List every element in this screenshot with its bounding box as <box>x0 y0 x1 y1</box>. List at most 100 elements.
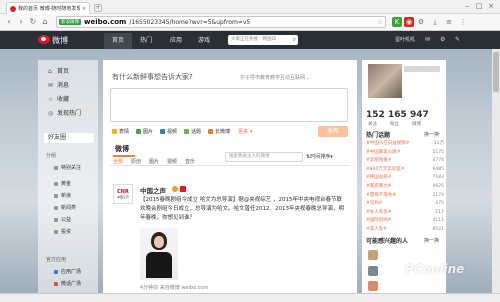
sidebar-item-home[interactable]: ⌂ 首页 <box>48 67 69 77</box>
followers-count[interactable]: 165 <box>388 110 407 120</box>
home-icon[interactable]: ⌂ <box>40 17 50 27</box>
friend-circle-button[interactable]: 好友圈 <box>44 133 94 143</box>
filter-all[interactable]: 全部 <box>113 158 123 165</box>
hot-topic-name[interactable]: #雷锋不落地# <box>366 192 431 200</box>
hot-topic-name[interactable]: #女人有多# <box>366 209 433 217</box>
nav-home[interactable]: 首页 <box>104 33 132 49</box>
weibo-extension-icon[interactable]: ◉ <box>404 17 414 27</box>
hot-topic-row[interactable]: #中国人在日益视频# 11万 <box>366 140 444 148</box>
suggested-user-avatar[interactable] <box>368 250 378 260</box>
group-item[interactable]: 新浪 <box>54 192 71 199</box>
nav-hot[interactable]: 热门 <box>140 36 152 46</box>
following-count[interactable]: 152 <box>366 110 385 120</box>
url-field[interactable]: 新浪微博 weibo.com /1655023345/home?wvr=5&up… <box>56 16 386 28</box>
new-tab-button[interactable]: + <box>94 4 102 12</box>
feed-search-input[interactable]: 搜索我关注人的微博 <box>225 152 303 162</box>
hot-topic-row[interactable]: #800万元实验室# 9485 <box>366 166 444 174</box>
long-weibo-tool[interactable]: 长微博 <box>208 128 230 135</box>
group-item[interactable]: 特别关注 <box>54 164 81 171</box>
download-icon[interactable]: ⤓ <box>430 17 440 27</box>
nav-username[interactable]: 蛋叶叽叽 <box>395 36 415 43</box>
search-icon[interactable]: ⌕ <box>293 35 296 45</box>
sidebar-item-favorites[interactable]: ☆ 收藏 <box>48 95 69 105</box>
hot-topic-name[interactable]: #深圳# <box>366 200 433 208</box>
hot-topic-name[interactable]: #卖萌救援# <box>366 157 431 165</box>
app-item[interactable]: 应用广场 <box>54 268 81 275</box>
tab-close-icon[interactable]: × <box>82 6 86 12</box>
hot-topic-row[interactable]: #深圳# 475 <box>366 200 444 208</box>
posts-count[interactable]: 947 <box>410 110 429 120</box>
emoji-tool[interactable]: 表情 <box>112 128 129 135</box>
composer-prompt: 有什么新鲜事想告诉大家? <box>112 73 193 81</box>
compose-icon[interactable]: ✎ <box>455 36 460 43</box>
hot-topic-name[interactable]: #美人鱼# <box>366 226 431 234</box>
interest-refresh[interactable]: 换一换 <box>424 237 439 244</box>
filter-music[interactable]: 音乐 <box>185 158 195 165</box>
minimize-button[interactable]: – <box>462 2 472 11</box>
post-avatar[interactable]: CNR 中国之声 <box>113 184 133 204</box>
weibo-logo-icon[interactable] <box>38 35 50 44</box>
user-name-blurred[interactable] <box>404 66 440 72</box>
close-window-button[interactable]: × <box>486 2 496 11</box>
forward-icon[interactable]: › <box>16 17 26 27</box>
tab-weibo[interactable]: 微博 <box>115 144 129 154</box>
post-timestamp[interactable]: 4分钟前 来自微博 weibo.com <box>140 284 208 291</box>
video-tool[interactable]: 视频 <box>160 128 177 135</box>
post-author[interactable]: 中国之声 <box>140 185 166 195</box>
more-tools[interactable]: 更多 ▾ <box>238 128 253 136</box>
group-item[interactable]: 新闻类 <box>54 204 76 211</box>
refresh-icon[interactable]: ↻ <box>28 17 38 27</box>
group-item[interactable]: 黄金 <box>54 180 71 187</box>
sidebar-item-label: 发现热门 <box>57 110 82 117</box>
top-search-input[interactable]: 大家正在热搜：韩国四 ⌕ <box>228 35 298 45</box>
extension-icon[interactable]: K <box>392 17 402 27</box>
group-item[interactable]: 公益 <box>54 216 71 223</box>
settings-gear-icon[interactable]: ⚙ <box>440 36 445 43</box>
scrollbar-thumb[interactable] <box>493 52 499 92</box>
hot-topic-row[interactable]: #美人鱼# 8521 <box>366 226 444 234</box>
nav-games[interactable]: 游戏 <box>198 36 210 46</box>
user-avatar[interactable] <box>368 64 402 98</box>
nav-apps[interactable]: 应用 <box>170 36 182 46</box>
sidebar-item-discover[interactable]: ◎ 发现热门 <box>48 109 81 119</box>
filter-original[interactable]: 原创 <box>131 158 141 165</box>
tool-label: 表情 <box>119 129 130 135</box>
hot-topic-name[interactable]: #800万元实验室# <box>366 166 431 174</box>
maximize-button[interactable]: □ <box>474 2 484 11</box>
apps-icon[interactable]: ⋮ <box>458 17 468 27</box>
sidebar-item-messages[interactable]: ✉ 消息 <box>48 81 69 91</box>
message-icon[interactable]: ✉ <box>425 36 430 43</box>
bookmark-star-icon[interactable]: ☆ <box>377 18 383 26</box>
hot-topic-name[interactable]: #家庭暴力# <box>366 183 431 191</box>
hot-topic-name[interactable]: #国际新闻# <box>366 217 431 225</box>
sort-dropdown[interactable]: ⇅时间排序▾ <box>306 153 333 160</box>
menu-icon[interactable]: ≡ <box>444 17 454 27</box>
browser-tab[interactable]: 我的首页 微博-随时随地发现 × <box>6 2 90 14</box>
suggested-user-avatar[interactable] <box>368 281 378 291</box>
hot-topic-row[interactable]: #韩国总统# 7183 <box>366 174 444 182</box>
hot-topic-row[interactable]: #家庭暴力# 4625 <box>366 183 444 191</box>
hot-topic-name[interactable]: #中国人在日益视频# <box>366 140 432 148</box>
app-item[interactable]: 微话广场 <box>54 280 81 287</box>
image-tool[interactable]: 图片 <box>136 128 153 135</box>
group-item[interactable]: 投资 <box>54 228 71 235</box>
tool-label: 图片 <box>143 129 154 135</box>
hot-topic-name[interactable]: #中国最美公路# <box>366 149 431 157</box>
hot-topic-row[interactable]: #卖萌救援# 4774 <box>366 157 444 165</box>
hot-topics-refresh[interactable]: 换一换 <box>424 131 439 138</box>
back-icon[interactable]: ‹ <box>4 17 14 27</box>
hot-topic-row[interactable]: #女人有多# 117 <box>366 209 444 217</box>
filter-images[interactable]: 图片 <box>149 158 159 165</box>
composer-hot-link[interactable]: 尔子导市教育教学互动互联网... <box>240 74 310 81</box>
composer-textarea[interactable] <box>110 88 348 122</box>
settings-icon[interactable]: ⚙ <box>416 17 426 27</box>
topic-tool[interactable]: 话题 <box>184 128 201 135</box>
hot-topic-row[interactable]: #中国最美公路# 5175 <box>366 149 444 157</box>
hot-topic-name[interactable]: #韩国总统# <box>366 174 431 182</box>
weibo-logo-text[interactable]: 微博 <box>52 35 68 46</box>
suggested-user-avatar[interactable] <box>368 266 378 276</box>
publish-button[interactable]: 发布 <box>318 126 348 137</box>
hot-topic-row[interactable]: #雷锋不落地# 5174 <box>366 192 444 200</box>
hot-topic-row[interactable]: #国际新闻# 4111 <box>366 217 444 225</box>
filter-video[interactable]: 视频 <box>167 158 177 165</box>
